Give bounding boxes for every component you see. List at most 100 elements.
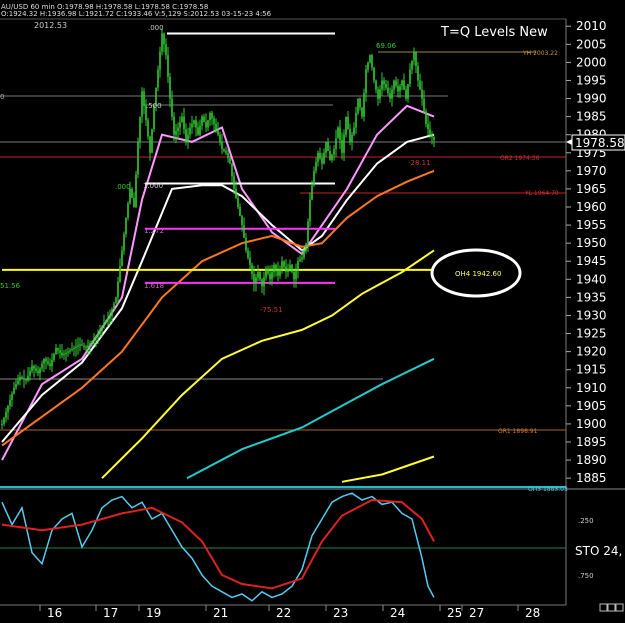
candle-body (309, 199, 311, 222)
candle-body (419, 80, 421, 90)
candle-body (397, 85, 399, 92)
candle-body (9, 399, 11, 406)
zoom-out-button[interactable] (599, 603, 608, 612)
candle-body (333, 149, 335, 155)
candle-body (193, 120, 195, 124)
candle-body (173, 116, 175, 135)
scale-button[interactable] (615, 603, 624, 612)
candle-body (417, 66, 419, 81)
candle-body (37, 370, 39, 374)
candle-body (263, 277, 265, 287)
candle-body (221, 141, 223, 150)
candle-body (319, 152, 321, 159)
x-tick-label: 25 (447, 606, 462, 620)
candle-body (233, 176, 235, 189)
chart-window: 2010200520001995199019851980197519701965… (0, 0, 625, 623)
candle-body (323, 152, 325, 164)
candle-body (11, 393, 13, 400)
candle-body (69, 350, 71, 352)
y-tick-label: 2005 (576, 37, 607, 51)
candle-body (229, 158, 231, 164)
candle-body (227, 152, 229, 159)
candle-body (301, 257, 303, 260)
candle-body (51, 360, 53, 367)
candle-body (29, 370, 31, 376)
yl-label: YL 1964.70 (524, 190, 559, 197)
candle-body (305, 243, 307, 251)
y-tick-label: 1905 (576, 399, 607, 413)
candle-body (335, 138, 337, 150)
candle-body (269, 273, 271, 280)
candle-body (21, 376, 23, 379)
candle-body (339, 127, 341, 141)
candle-body (17, 380, 19, 385)
x-tick-label: 17 (103, 606, 118, 620)
candle-body (313, 170, 315, 186)
candle-body (15, 384, 17, 388)
candle-body (135, 174, 137, 207)
candle-body (147, 120, 149, 137)
info-line-2: O:1924.32 H:1936.98 L:1921.72 C:1933.46 … (1, 10, 272, 18)
candle-body (285, 266, 287, 273)
candle-body (175, 131, 177, 135)
candle-body (359, 98, 361, 108)
candle-body (195, 120, 197, 128)
candle-body (411, 60, 413, 70)
sto-k-line (1, 492, 435, 602)
candle-body (303, 250, 305, 258)
candle-body (115, 297, 117, 304)
candle-body (133, 197, 135, 207)
candle-body (355, 113, 357, 128)
y-tick-label: 1985 (576, 110, 607, 124)
fib-500-label: .500 (146, 102, 162, 110)
y-tick-label: 1940 (576, 272, 607, 286)
y-tick-label: 2000 (576, 55, 607, 69)
candle-body (169, 76, 171, 99)
candle-body (43, 358, 45, 364)
sto-label: STO 24, (575, 544, 622, 558)
candle-body (199, 125, 201, 135)
candle-body (293, 272, 295, 280)
candle-body (327, 141, 329, 151)
candle-body (409, 69, 411, 85)
candle-body (197, 127, 199, 135)
candle-body (7, 405, 9, 412)
candle-body (141, 91, 143, 117)
left-0-label: 0 (0, 93, 4, 101)
x-tick-label: 22 (276, 606, 291, 620)
candle-body (107, 317, 109, 321)
candle-body (347, 116, 349, 130)
candle-body (297, 261, 299, 271)
candle-body (113, 303, 115, 310)
candle-body (377, 89, 379, 99)
candle-body (387, 87, 389, 94)
y-tick-label: 2010 (576, 19, 607, 33)
x-tick-label: 24 (390, 606, 405, 620)
candle-body (423, 98, 425, 112)
candle-body (77, 345, 79, 347)
candle-body (35, 368, 37, 371)
candle-body (23, 378, 25, 380)
candle-body (87, 345, 89, 348)
candle-body (295, 270, 297, 280)
candle-body (415, 51, 417, 66)
candle-body (5, 411, 7, 418)
candle-body (245, 237, 247, 251)
sto-d-line (1, 498, 435, 590)
candle-body (79, 344, 81, 346)
y-tick-label: 1910 (576, 381, 607, 395)
candle-body (163, 33, 165, 45)
candle-body (225, 150, 227, 153)
candle-body (279, 268, 281, 276)
ma-line-4 (186, 357, 435, 480)
zoom-in-button[interactable] (607, 603, 616, 612)
candle-body (3, 417, 5, 424)
candle-body (425, 111, 427, 124)
candle-body (261, 279, 263, 287)
ma-line-1 (1, 133, 435, 443)
candle-body (231, 163, 233, 177)
moving-averages (1, 104, 435, 483)
candle-body (41, 363, 43, 369)
candle-body (59, 350, 61, 353)
candle-body (389, 93, 391, 99)
